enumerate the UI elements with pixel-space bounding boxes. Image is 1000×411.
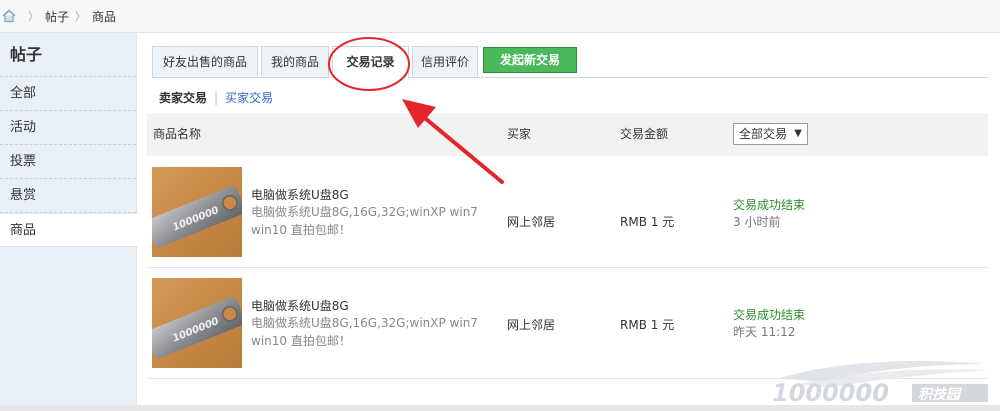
product-description: 电脑做系统U盘8G,16G,32G;winXP win7 win10 直拍包邮！ xyxy=(251,316,478,348)
sidebar-title: 帖子 xyxy=(0,33,136,77)
table-row: 1000000 电脑做系统U盘8G 电脑做系统U盘8G,16G,32G;winX… xyxy=(147,157,988,268)
trade-status[interactable]: 交易成功结束 xyxy=(733,196,805,213)
home-icon[interactable] xyxy=(2,9,16,23)
product-name[interactable]: 电脑做系统U盘8G xyxy=(251,297,349,314)
trade-status[interactable]: 交易成功结束 xyxy=(733,306,805,323)
header-amount: 交易金额 xyxy=(620,127,669,141)
tab-my-products[interactable]: 我的商品 xyxy=(261,46,329,77)
product-name[interactable]: 电脑做系统U盘8G xyxy=(251,186,349,203)
sidebar-item-all[interactable]: 全部 xyxy=(0,77,136,111)
subtab-bar: 卖家交易 | 买家交易 xyxy=(159,89,273,106)
breadcrumb-separator: 〉 xyxy=(28,10,39,23)
watermark-logo: 1000000 积技园 xyxy=(772,360,990,406)
chevron-down-icon: ▼ xyxy=(794,128,802,139)
trade-amount: RMB 1 元 xyxy=(620,215,675,229)
trade-filter-select[interactable]: 全部交易 ▼ xyxy=(733,123,808,145)
tab-bar: 好友出售的商品 我的商品 交易记录 信用评价 发起新交易 xyxy=(152,46,988,78)
watermark-number: 1000000 xyxy=(772,379,889,406)
bottom-scroll-bar xyxy=(0,405,1000,411)
tab-credit-reviews[interactable]: 信用评价 xyxy=(412,46,478,77)
sidebar-item-events[interactable]: 活动 xyxy=(0,111,136,145)
trade-amount: RMB 1 元 xyxy=(620,318,675,332)
subtab-buyer-trades[interactable]: 买家交易 xyxy=(225,91,273,105)
usb-drive-icon: 1000000 xyxy=(152,296,242,359)
tab-trade-records[interactable]: 交易记录 xyxy=(332,46,409,78)
breadcrumb-posts[interactable]: 帖子 xyxy=(45,8,69,25)
subtab-separator: | xyxy=(214,91,219,105)
breadcrumb-separator: 〉 xyxy=(75,10,87,23)
trade-time: 3 小时前 xyxy=(733,215,781,229)
sidebar-item-products[interactable]: 商品 xyxy=(0,213,138,247)
product-description: 电脑做系统U盘8G,16G,32G;winXP win7 win10 直拍包邮！ xyxy=(251,205,478,237)
tab-friends-products[interactable]: 好友出售的商品 xyxy=(152,46,258,77)
watermark-suffix: 积技园 xyxy=(918,386,963,403)
trade-filter-value: 全部交易 xyxy=(739,127,788,141)
product-thumbnail[interactable]: 1000000 xyxy=(152,278,242,368)
table-header: 商品名称 买家 交易金额 全部交易 ▼ xyxy=(147,113,988,156)
sidebar: 帖子 全部 活动 投票 悬赏 商品 xyxy=(0,33,138,411)
trade-time: 昨天 11:12 xyxy=(733,325,796,339)
header-buyer: 买家 xyxy=(507,127,532,141)
sidebar-item-rewards[interactable]: 悬赏 xyxy=(0,179,136,213)
breadcrumb-products[interactable]: 商品 xyxy=(92,8,116,25)
breadcrumb: 〉 帖子 〉 商品 xyxy=(0,0,1000,33)
usb-drive-icon: 1000000 xyxy=(152,185,242,248)
buyer-name[interactable]: 网上邻居 xyxy=(507,213,555,230)
sidebar-item-polls[interactable]: 投票 xyxy=(0,145,136,179)
product-thumbnail[interactable]: 1000000 xyxy=(152,167,242,257)
header-product-name: 商品名称 xyxy=(153,127,202,141)
subtab-seller-trades[interactable]: 卖家交易 xyxy=(159,91,207,105)
new-trade-button[interactable]: 发起新交易 xyxy=(483,47,577,73)
buyer-name[interactable]: 网上邻居 xyxy=(507,316,555,333)
